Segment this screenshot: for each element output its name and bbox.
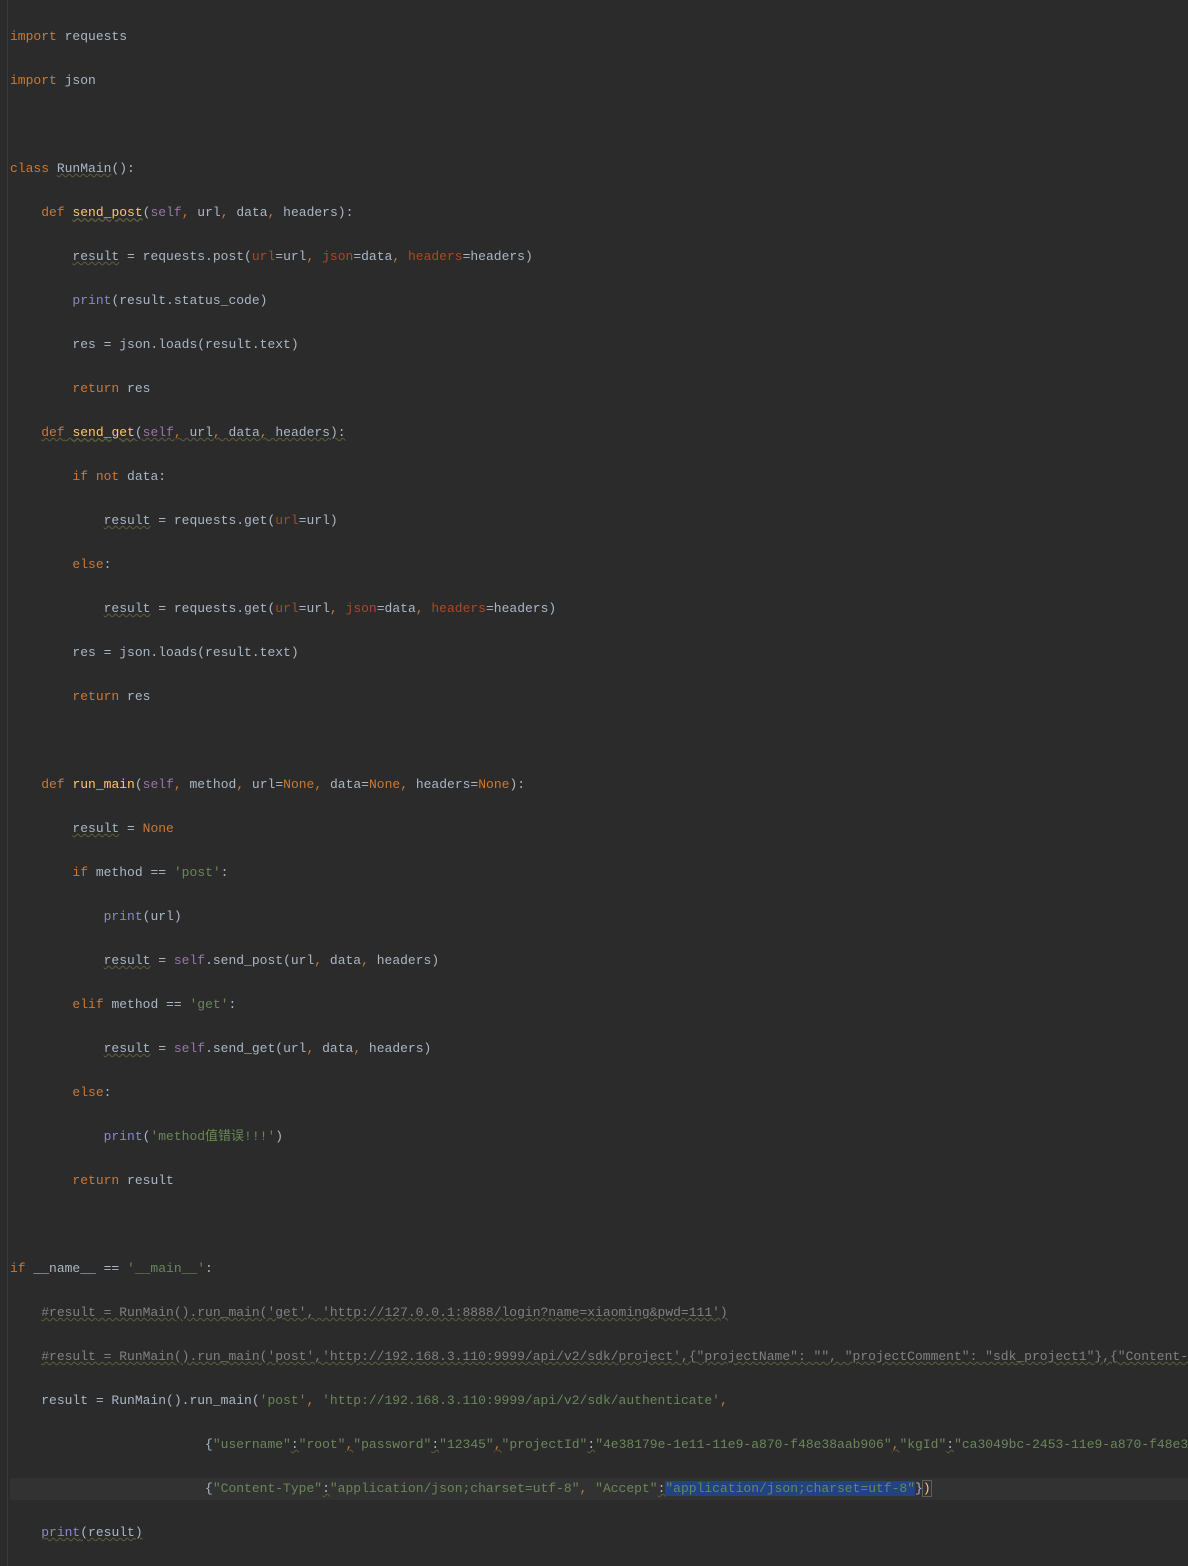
code-line: import json <box>10 70 1188 92</box>
code-line: elif method == 'get': <box>10 994 1188 1016</box>
code-line: return result <box>10 1170 1188 1192</box>
code-line: {"username":"root","password":"12345","p… <box>10 1434 1188 1456</box>
code-line: return res <box>10 686 1188 708</box>
code-line: res = json.loads(result.text) <box>10 334 1188 356</box>
code-line: if __name__ == '__main__': <box>10 1258 1188 1280</box>
code-line-active: {"Content-Type":"application/json;charse… <box>10 1478 1188 1500</box>
code-line: def send_get(self, url, data, headers): <box>10 422 1188 444</box>
code-line: result = requests.get(url=url) <box>10 510 1188 532</box>
code-line: res = json.loads(result.text) <box>10 642 1188 664</box>
code-line: if not data: <box>10 466 1188 488</box>
code-line: else: <box>10 554 1188 576</box>
code-line: #result = RunMain().run_main('get', 'htt… <box>10 1302 1188 1324</box>
code-line: import requests <box>10 26 1188 48</box>
code-line: if method == 'post': <box>10 862 1188 884</box>
code-line: def run_main(self, method, url=None, dat… <box>10 774 1188 796</box>
code-line: #result = RunMain().run_main('post','htt… <box>10 1346 1188 1368</box>
code-line: print('method值错误!!!') <box>10 1126 1188 1148</box>
code-line: result = self.send_post(url, data, heade… <box>10 950 1188 972</box>
code-line: class RunMain(): <box>10 158 1188 180</box>
code-line: else: <box>10 1082 1188 1104</box>
code-line: print(result) <box>10 1522 1188 1544</box>
code-line: result = requests.post(url=url, json=dat… <box>10 246 1188 268</box>
code-line: result = None <box>10 818 1188 840</box>
code-line: result = requests.get(url=url, json=data… <box>10 598 1188 620</box>
code-line: print(url) <box>10 906 1188 928</box>
code-editor[interactable]: import requests import json class RunMai… <box>0 0 1188 1566</box>
code-line: def send_post(self, url, data, headers): <box>10 202 1188 224</box>
gutter <box>0 0 8 1566</box>
code-line: return res <box>10 378 1188 400</box>
code-line: result = RunMain().run_main('post', 'htt… <box>10 1390 1188 1412</box>
code-area[interactable]: import requests import json class RunMai… <box>8 0 1188 1566</box>
code-line: print(result.status_code) <box>10 290 1188 312</box>
code-line: result = self.send_get(url, data, header… <box>10 1038 1188 1060</box>
